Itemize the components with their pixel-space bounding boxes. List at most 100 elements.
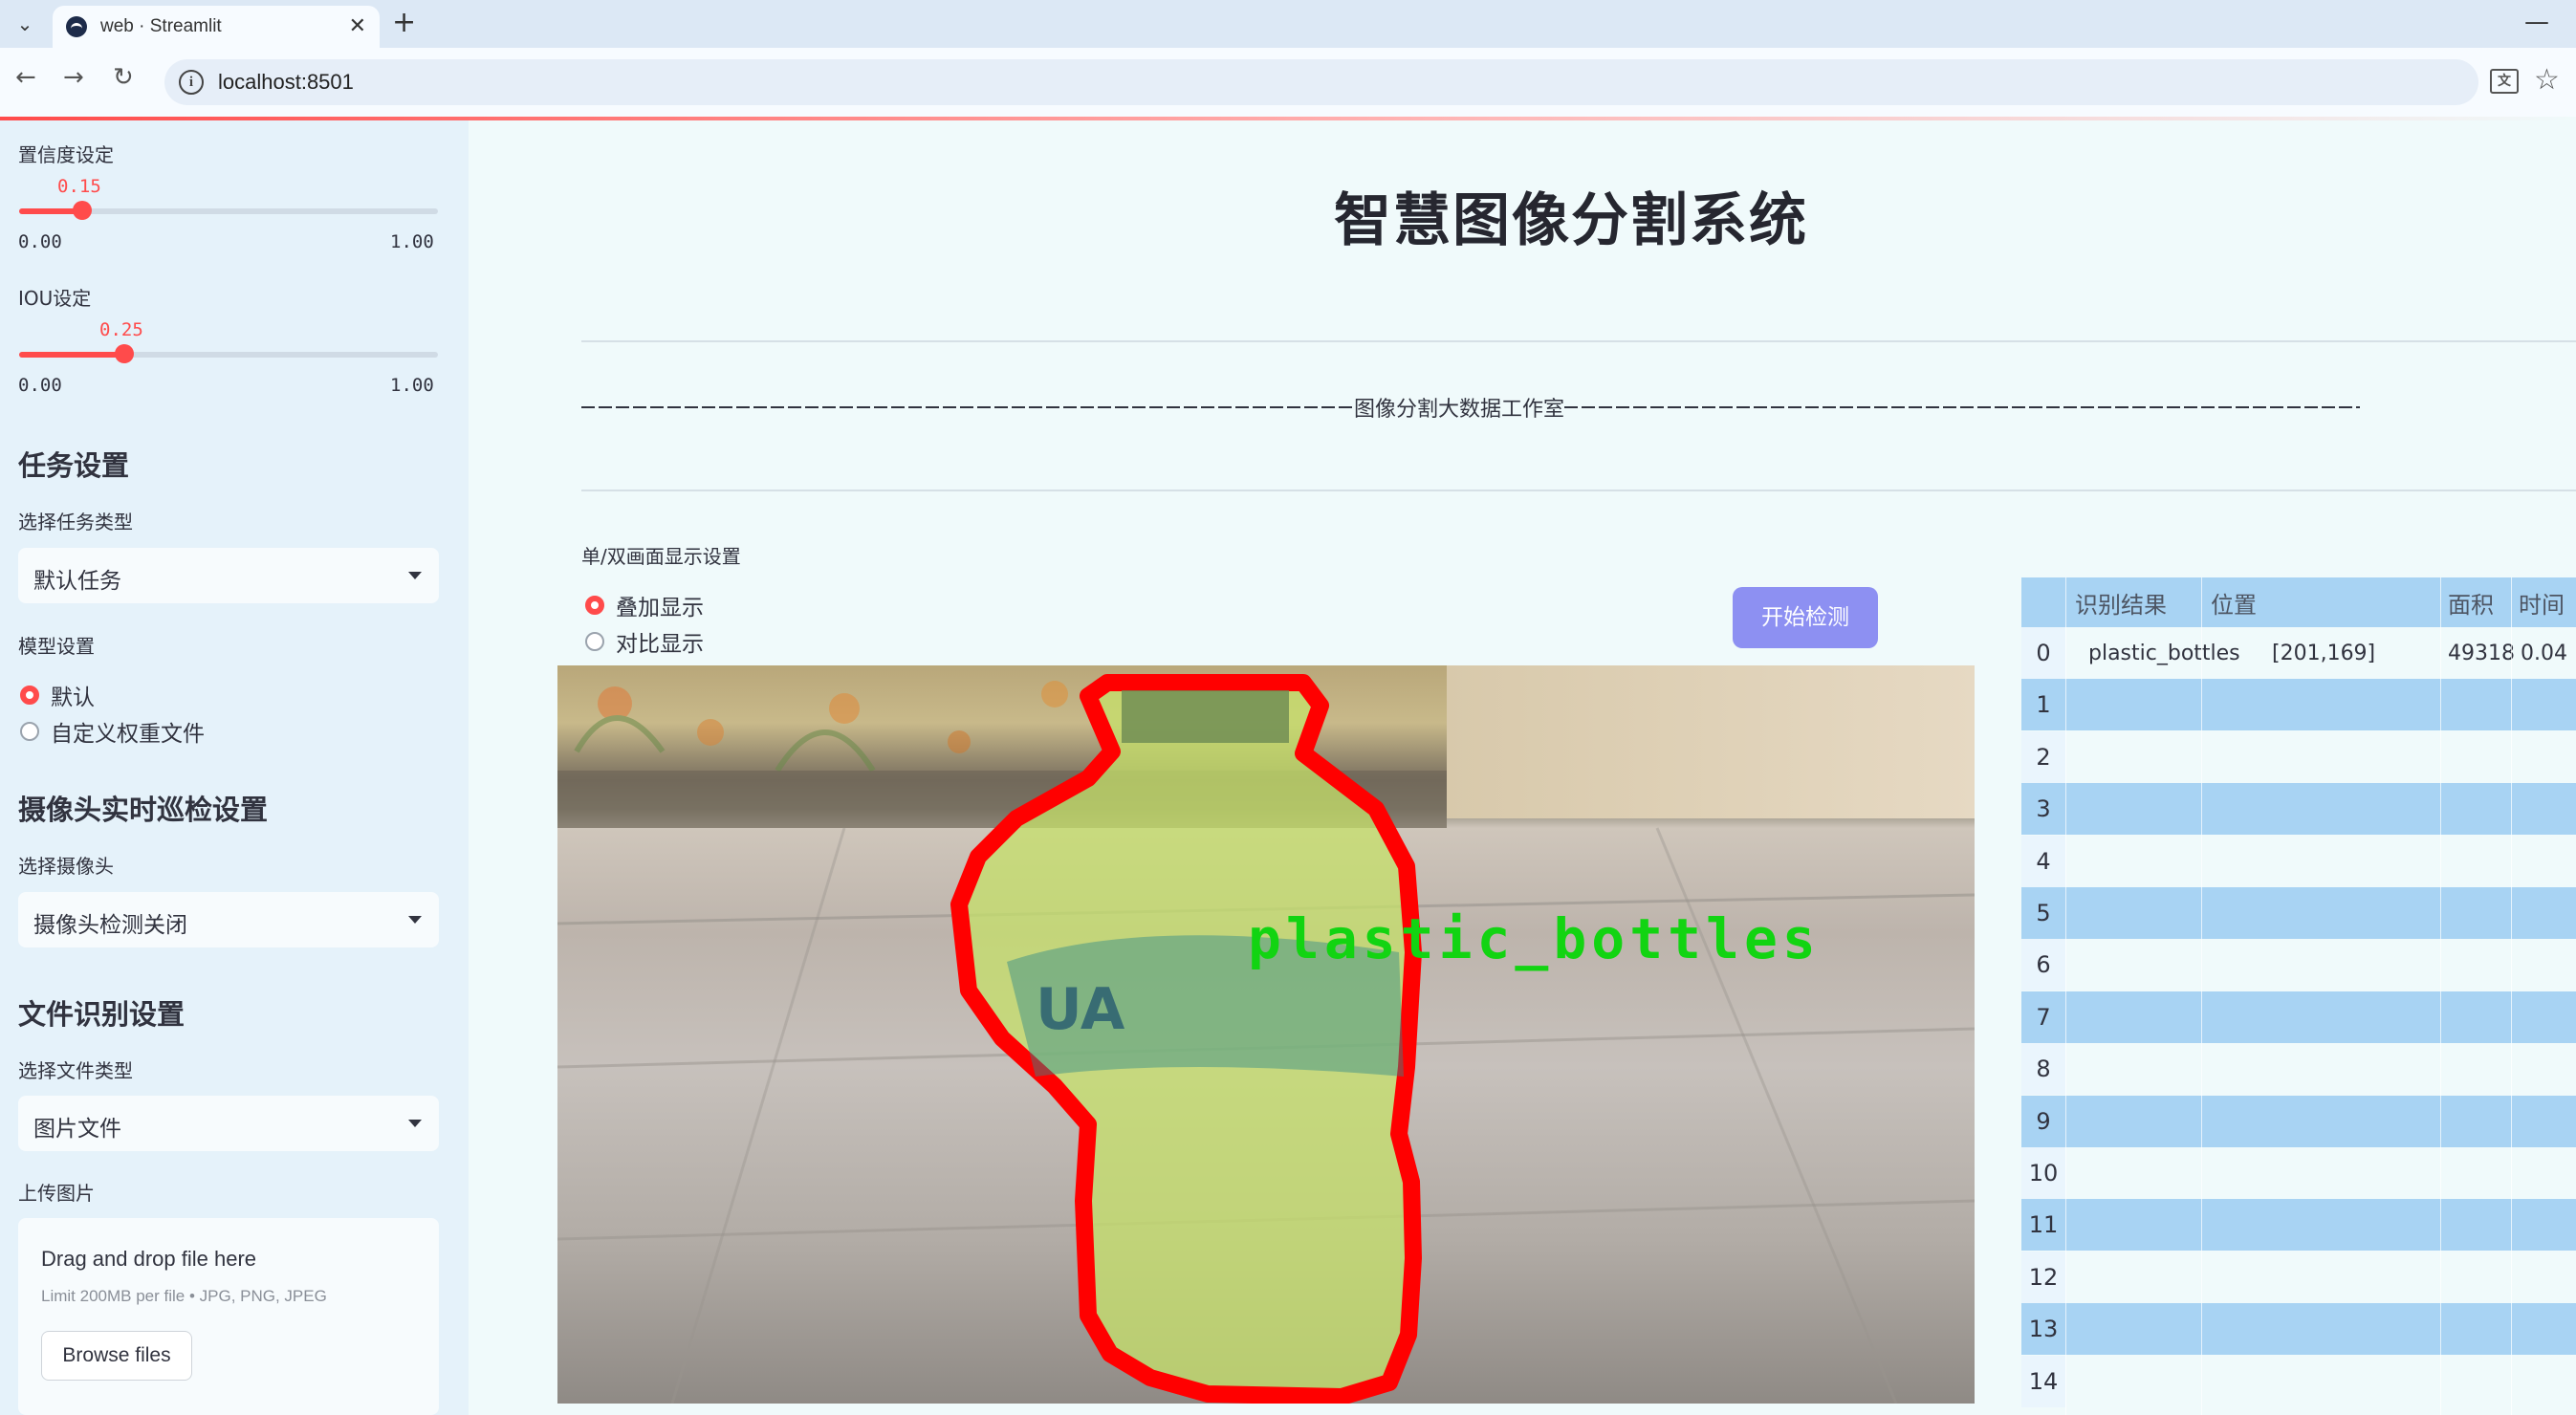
table-row[interactable]: 2 (2021, 730, 2576, 783)
table-row[interactable]: 5 (2021, 887, 2576, 939)
table-row[interactable]: 10 (2021, 1147, 2576, 1199)
browser-tabstrip: ⌄ web · Streamlit ✕ + — (0, 0, 2576, 48)
dropzone-title: Drag and drop file here (41, 1247, 257, 1271)
row-index: 12 (2021, 1251, 2065, 1303)
row-index: 13 (2021, 1303, 2065, 1356)
display-option-overlay[interactable]: 叠加显示 (585, 589, 704, 621)
row-index: 11 (2021, 1199, 2065, 1252)
file-type-select[interactable]: 图片文件 (18, 1096, 439, 1151)
chevron-down-icon (408, 916, 422, 924)
header-position: 位置 (2211, 591, 2257, 619)
page-title: 智慧图像分割系统 (1334, 187, 1808, 254)
reload-icon[interactable]: ↻ (113, 63, 134, 92)
task-settings-heading: 任务设置 (18, 449, 130, 482)
address-bar[interactable]: i localhost:8501 (164, 59, 2478, 105)
file-type-value: 图片文件 (33, 1117, 121, 1142)
table-row[interactable]: 6 (2021, 939, 2576, 991)
start-detection-button[interactable]: 开始检测 (1733, 587, 1878, 648)
browse-files-button[interactable]: Browse files (41, 1331, 192, 1381)
browser-toolbar: ← → ↻ i localhost:8501 (0, 48, 2576, 117)
iou-slider-fill (19, 352, 124, 358)
cell-position: [201,169] (2272, 641, 2376, 665)
forward-arrow-icon[interactable]: → (63, 63, 84, 92)
column-divider (2201, 577, 2202, 1415)
column-divider (2440, 577, 2441, 1415)
new-tab-plus-icon[interactable]: + (392, 6, 416, 39)
camera-select[interactable]: 摄像头检测关闭 (18, 892, 439, 947)
row-index: 7 (2021, 990, 2065, 1043)
table-row[interactable]: 3 (2021, 783, 2576, 836)
confidence-label: 置信度设定 (18, 143, 114, 166)
iou-value: 0.25 (99, 319, 143, 340)
bookmark-star-icon[interactable]: ☆ (2534, 63, 2560, 97)
detection-result-image: UA plastic_bottles (557, 665, 1975, 1404)
row-index: 0 (2021, 627, 2065, 679)
confidence-max: 1.00 (390, 231, 434, 252)
detection-class-label: plastic_bottles (1248, 906, 1821, 971)
table-row[interactable]: 12 (2021, 1251, 2576, 1303)
task-type-select[interactable]: 默认任务 (18, 548, 439, 603)
wall-pattern (574, 681, 1068, 773)
model-option-default[interactable]: 默认 (20, 679, 95, 711)
radio-unselected-icon (585, 632, 604, 651)
table-row[interactable]: 11 (2021, 1199, 2576, 1252)
camera-select-label: 选择摄像头 (18, 855, 114, 878)
column-divider (2065, 577, 2066, 1415)
table-row[interactable]: 14 (2021, 1355, 2576, 1407)
radio-unselected-icon (20, 722, 39, 741)
file-settings-heading: 文件识别设置 (18, 998, 186, 1031)
tab-title: web · Streamlit (100, 16, 222, 36)
site-info-icon[interactable]: i (179, 70, 204, 95)
divider (581, 340, 2576, 342)
table-row[interactable]: 8 (2021, 1043, 2576, 1096)
row-index: 9 (2021, 1095, 2065, 1147)
back-arrow-icon[interactable]: ← (15, 63, 36, 92)
camera-settings-heading: 摄像头实时巡检设置 (18, 794, 269, 826)
table-row[interactable]: 4 (2021, 835, 2576, 887)
model-option-custom[interactable]: 自定义权重文件 (20, 715, 205, 748)
results-table[interactable]: 识别结果 位置 面积 时间 0 plastic_bottles [201,169] 4… (2021, 577, 2576, 1415)
browser-tab[interactable]: web · Streamlit ✕ (53, 6, 380, 48)
confidence-min: 0.00 (18, 231, 62, 252)
task-type-value: 默认任务 (33, 569, 121, 594)
minimize-window-icon[interactable]: — (2524, 8, 2549, 36)
iou-min: 0.00 (18, 375, 62, 396)
row-index: 4 (2021, 835, 2065, 887)
svg-text:UA: UA (1036, 976, 1125, 1043)
row-index: 14 (2021, 1355, 2065, 1407)
row-index: 8 (2021, 1043, 2065, 1096)
model-settings-label: 模型设置 (18, 635, 95, 658)
confidence-slider-thumb[interactable] (72, 201, 92, 220)
iou-slider-thumb[interactable] (114, 344, 134, 363)
tab-search-chevron-icon[interactable]: ⌄ (10, 8, 40, 40)
table-row[interactable]: 1 (2021, 679, 2576, 731)
model-option-custom-label: 自定义权重文件 (51, 722, 205, 747)
dashed-line (1564, 406, 2361, 408)
table-row[interactable]: 13 (2021, 1303, 2576, 1356)
table-row[interactable]: 7 (2021, 990, 2576, 1043)
table-row[interactable]: 9 (2021, 1095, 2576, 1147)
row-index: 6 (2021, 939, 2065, 991)
confidence-slider[interactable] (19, 201, 438, 220)
cell-time: 0.04 (2521, 641, 2567, 665)
translate-icon[interactable]: 文 (2490, 69, 2519, 94)
column-divider (2511, 577, 2512, 1415)
close-tab-icon[interactable]: ✕ (349, 14, 366, 38)
file-dropzone[interactable]: Drag and drop file here Limit 200MB per … (18, 1218, 439, 1415)
row-index: 5 (2021, 887, 2065, 939)
row-index: 1 (2021, 679, 2065, 731)
display-option-compare[interactable]: 对比显示 (585, 625, 704, 658)
table-row[interactable]: 0 plastic_bottles [201,169] 49318 0.04 (2021, 627, 2576, 679)
header-time: 时间 (2519, 591, 2565, 619)
radio-selected-icon (585, 596, 604, 615)
cell-area: 49318 (2448, 641, 2515, 665)
confidence-value: 0.15 (57, 176, 101, 197)
iou-label: IOU设定 (18, 287, 92, 310)
iou-slider[interactable] (19, 344, 438, 363)
row-index: 3 (2021, 783, 2065, 836)
chevron-down-icon (408, 572, 422, 579)
file-type-label: 选择文件类型 (18, 1059, 133, 1082)
header-area: 面积 (2448, 591, 2494, 619)
studio-caption: 图像分割大数据工作室 (581, 392, 2361, 423)
camera-select-value: 摄像头检测关闭 (33, 913, 187, 938)
